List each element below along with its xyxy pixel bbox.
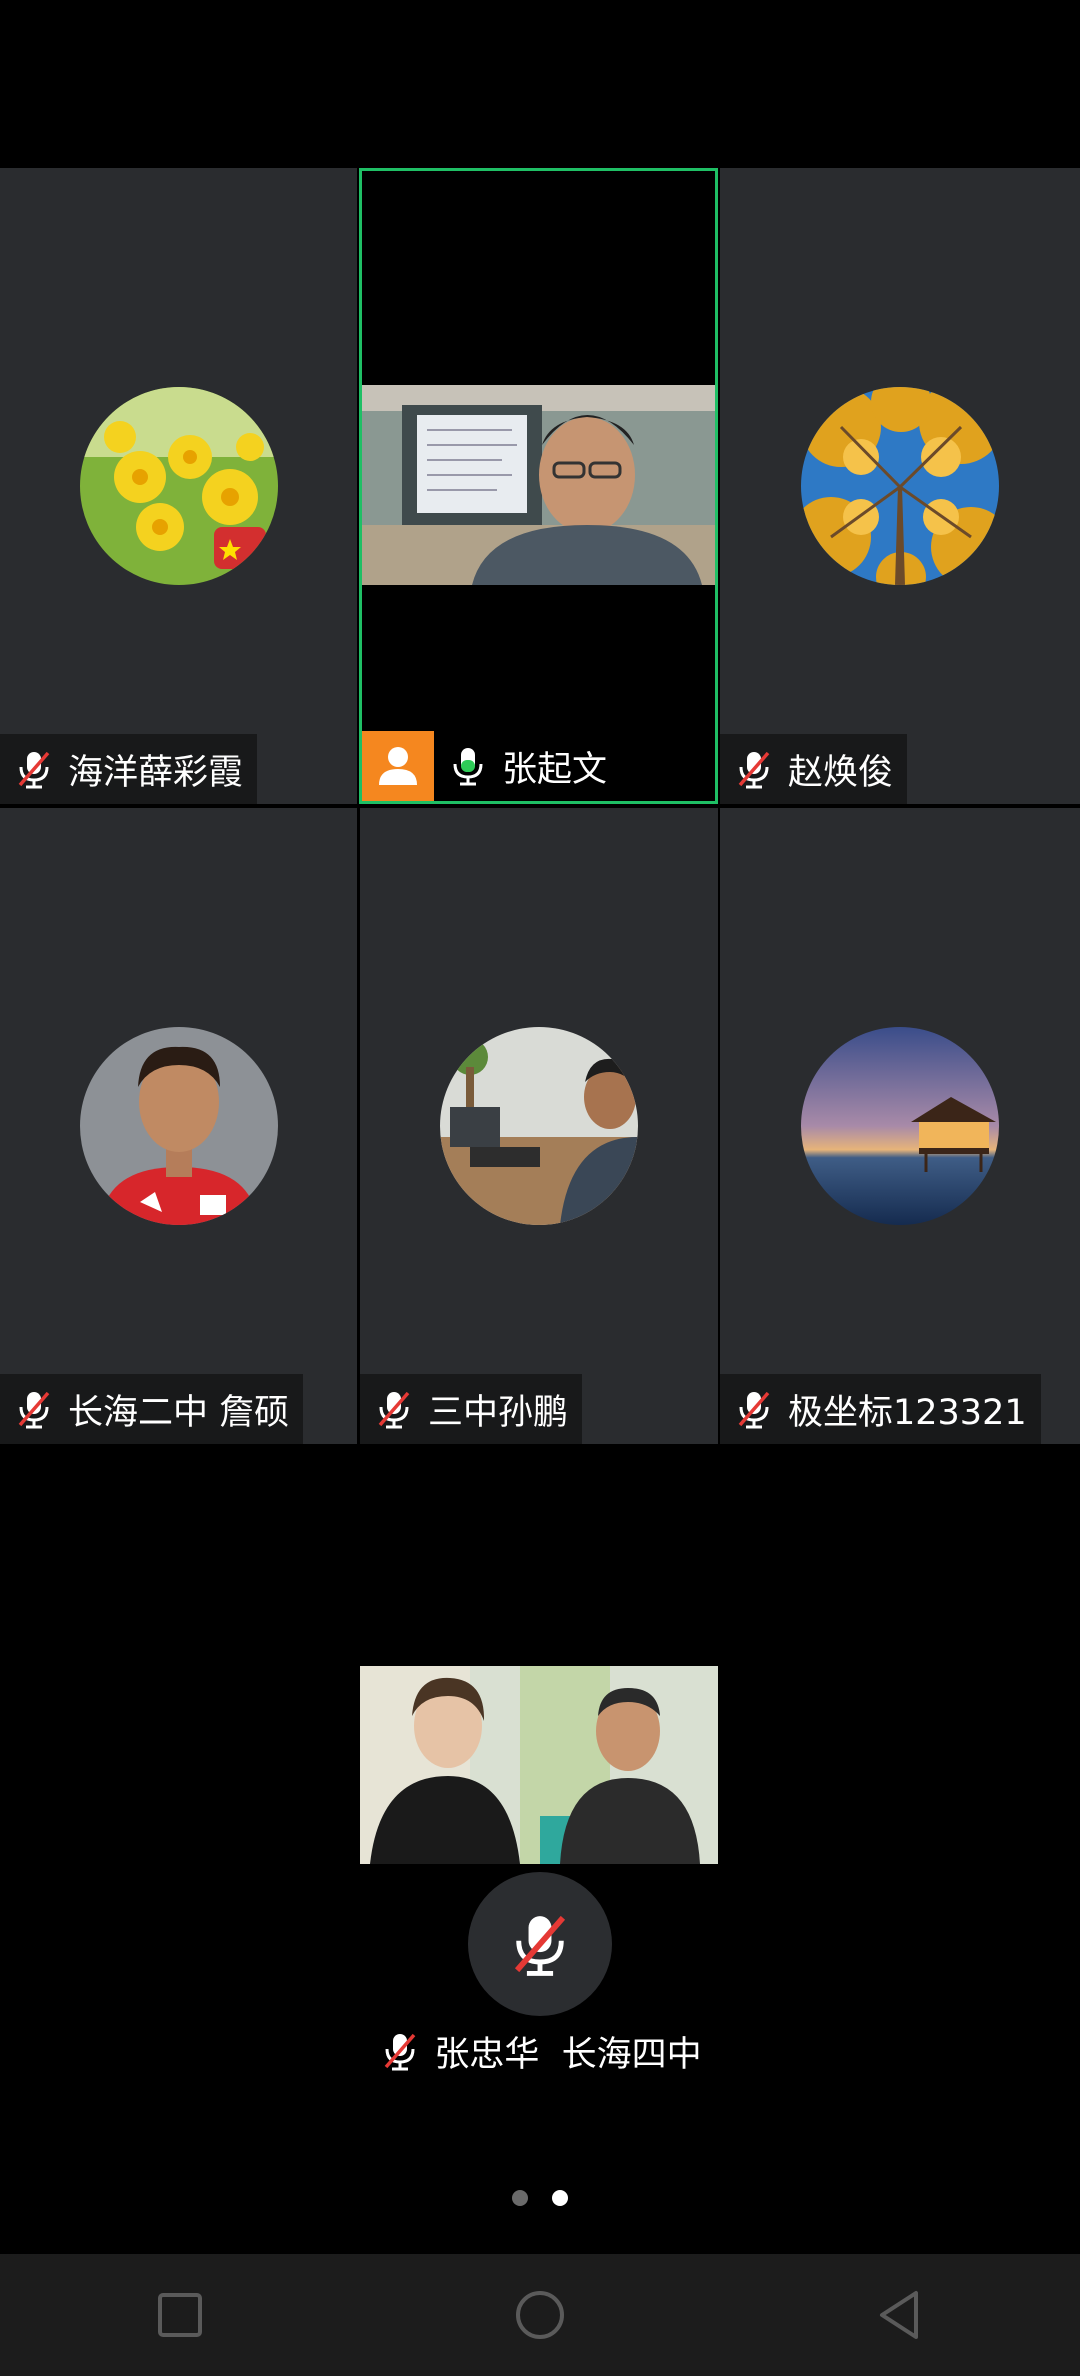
mic-muted-icon bbox=[738, 1391, 770, 1429]
host-badge bbox=[362, 731, 434, 801]
recent-apps-icon bbox=[158, 2293, 202, 2337]
page-dot-2[interactable] bbox=[552, 2190, 568, 2206]
mic-muted-icon bbox=[378, 1391, 410, 1429]
participant-video bbox=[362, 385, 715, 585]
back-icon bbox=[880, 2291, 918, 2339]
person-icon bbox=[379, 747, 417, 785]
participant-tile[interactable]: 长海二中 詹硕 bbox=[0, 808, 357, 1444]
participant-tile[interactable]: 赵焕俊 bbox=[720, 168, 1080, 804]
mic-muted-icon bbox=[385, 2033, 416, 2071]
participant-name: 长海二中 詹硕 bbox=[68, 1392, 290, 1433]
avatar bbox=[801, 1027, 999, 1225]
mic-muted-icon bbox=[18, 1391, 50, 1429]
mic-muted-icon bbox=[18, 751, 50, 789]
participant-name-tag: 极坐标123321 bbox=[720, 1374, 1041, 1444]
page-dot-1[interactable] bbox=[512, 2190, 528, 2206]
participant-name: 三中孙鹏 bbox=[428, 1392, 569, 1433]
mute-toggle-button[interactable] bbox=[468, 1872, 612, 2016]
participant-name-tag: 三中孙鹏 bbox=[360, 1374, 583, 1444]
back-button[interactable] bbox=[855, 2270, 945, 2360]
system-nav-bar bbox=[0, 2254, 1080, 2376]
avatar bbox=[79, 1027, 278, 1225]
participant-name: 海洋薛彩霞 bbox=[68, 752, 244, 793]
participant-name-tag: 长海二中 詹硕 bbox=[0, 1374, 304, 1444]
home-icon bbox=[516, 2291, 564, 2339]
meeting-screen: 海洋薛彩霞 张起文 赵焕俊 长海二中 詹硕 三中孙鹏 极坐标123321 张忠华… bbox=[0, 0, 1080, 2376]
avatar bbox=[440, 1027, 638, 1225]
participant-tile-active-speaker[interactable]: 张起文 bbox=[359, 168, 718, 804]
participant-name: 张起文 bbox=[502, 749, 608, 790]
self-name: 张忠华 长海四中 bbox=[434, 2034, 702, 2075]
home-button[interactable] bbox=[495, 2270, 585, 2360]
self-name-tag: 张忠华 长海四中 bbox=[0, 2018, 1080, 2084]
avatar bbox=[801, 387, 999, 585]
participant-tile[interactable]: 海洋薛彩霞 bbox=[0, 168, 357, 804]
participant-tile[interactable]: 三中孙鹏 bbox=[360, 808, 718, 1444]
recent-apps-button[interactable] bbox=[135, 2270, 225, 2360]
participant-name-tag: 海洋薛彩霞 bbox=[0, 734, 258, 804]
mic-muted-icon bbox=[738, 751, 770, 789]
participant-tile[interactable]: 极坐标123321 bbox=[720, 808, 1080, 1444]
participant-name: 极坐标123321 bbox=[788, 1392, 1027, 1433]
mic-active-icon bbox=[453, 748, 483, 786]
page-indicator bbox=[0, 2190, 1080, 2206]
participant-name: 赵焕俊 bbox=[788, 752, 894, 793]
participant-name-tag: 赵焕俊 bbox=[720, 734, 908, 804]
self-video-preview[interactable] bbox=[360, 1666, 718, 1864]
mic-muted-icon bbox=[514, 1915, 566, 1976]
participant-name-tag: 张起文 bbox=[434, 731, 621, 801]
avatar bbox=[79, 387, 278, 585]
